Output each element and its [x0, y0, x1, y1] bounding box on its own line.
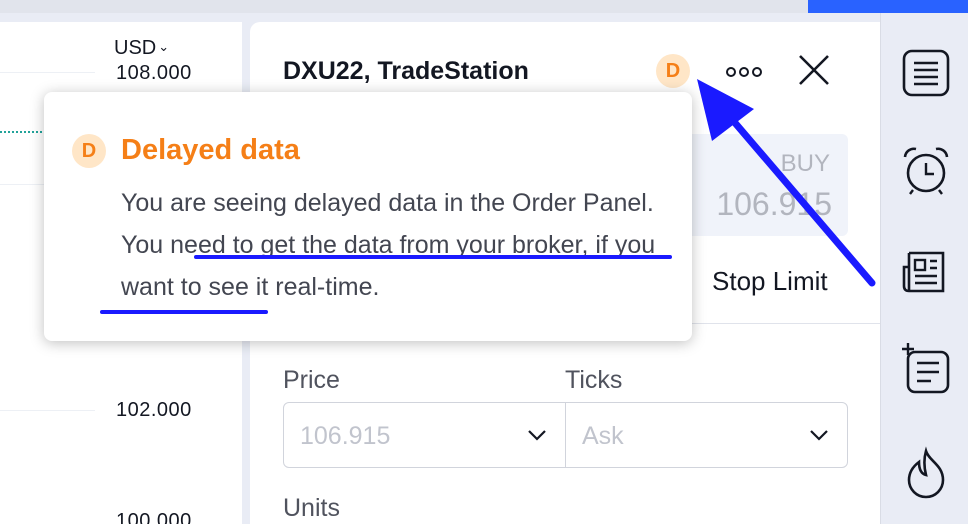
price-line — [0, 131, 50, 133]
delayed-data-badge: D — [72, 134, 106, 168]
chevron-down-icon: ⌄ — [158, 39, 170, 54]
tooltip-body: You are seeing delayed data in the Order… — [121, 189, 656, 301]
chevron-down-icon[interactable] — [527, 429, 547, 441]
tooltip-title: Delayed data — [121, 134, 300, 166]
top-bar-accent[interactable] — [808, 0, 968, 13]
ticks-label: Ticks — [565, 366, 623, 394]
tab-stop-limit[interactable]: Stop Limit — [712, 266, 828, 297]
close-icon[interactable] — [796, 52, 832, 88]
buy-label: BUY — [780, 150, 830, 177]
ticks-select[interactable]: Ask — [565, 402, 848, 468]
price-input[interactable]: 106.915 — [283, 402, 566, 468]
price-label: Price — [283, 366, 340, 394]
buy-price: 106.915 — [716, 186, 832, 222]
panel-title: DXU22, TradeStation — [283, 57, 529, 85]
price-axis-tick: 108.000 — [116, 62, 192, 84]
currency-selector[interactable]: USD ⌄ — [114, 37, 169, 60]
currency-label: USD — [114, 37, 157, 59]
buy-button[interactable]: BUY 106.915 — [680, 134, 848, 236]
units-label: Units — [283, 494, 340, 522]
list-icon[interactable] — [899, 46, 953, 100]
price-axis-tick: 102.000 — [116, 399, 192, 421]
chart-gridline — [0, 72, 95, 73]
alarm-clock-icon[interactable] — [899, 143, 953, 197]
news-icon[interactable] — [899, 245, 953, 299]
ticks-value: Ask — [582, 422, 624, 450]
add-list-icon[interactable] — [899, 341, 953, 395]
price-axis-tick: 100.000 — [116, 510, 192, 524]
price-value: 106.915 — [300, 422, 391, 450]
chevron-down-icon[interactable] — [809, 429, 829, 441]
delayed-data-tooltip: D Delayed data You are seeing delayed da… — [44, 92, 692, 341]
chart-gridline — [0, 410, 95, 411]
right-toolbar — [880, 13, 968, 524]
more-icon[interactable] — [726, 64, 768, 80]
top-bar — [0, 0, 968, 13]
delayed-data-badge[interactable]: D — [656, 54, 690, 88]
fire-icon[interactable] — [899, 445, 953, 499]
